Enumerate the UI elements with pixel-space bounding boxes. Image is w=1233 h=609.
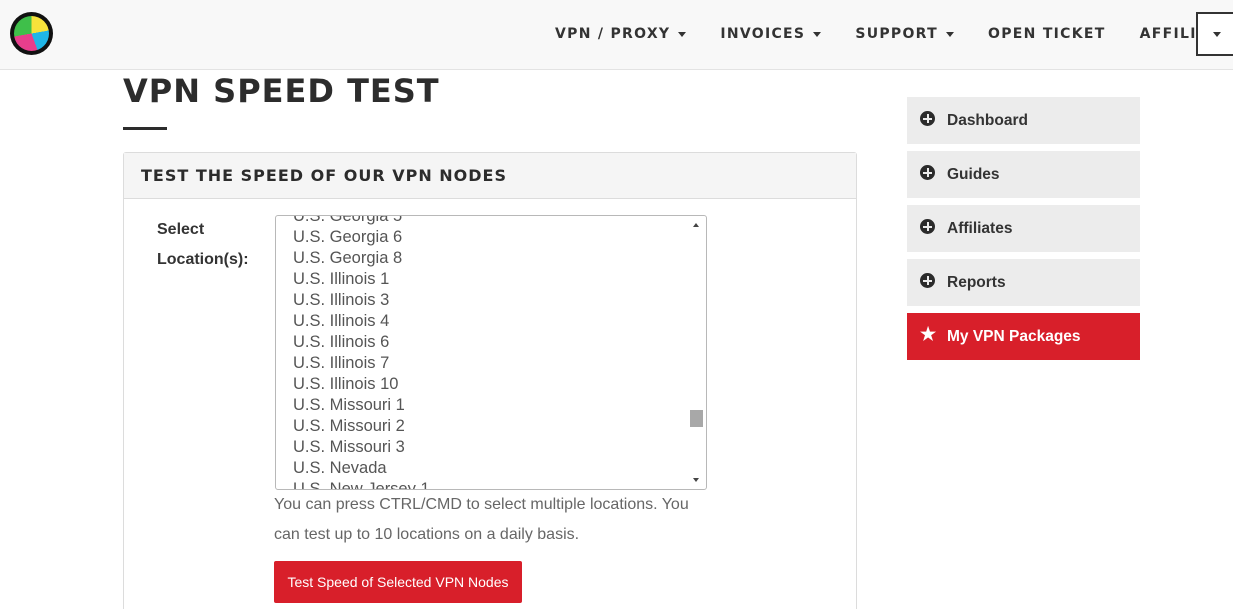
sidebar-item-label: Dashboard [947, 111, 1028, 129]
nav-support[interactable]: SUPPORT [838, 0, 971, 68]
location-option[interactable]: U.S. Illinois 3 [293, 290, 430, 311]
location-multiselect[interactable]: U.S. Georgia 5 U.S. Georgia 6 U.S. Georgia… [275, 215, 707, 490]
location-option[interactable]: U.S. Illinois 7 [293, 353, 430, 374]
scroll-down-arrow-icon[interactable] [693, 478, 699, 482]
location-select-label: Select Location(s): [157, 221, 249, 268]
location-option[interactable]: U.S. Georgia 8 [293, 248, 430, 269]
nav-open-ticket[interactable]: OPEN TICKET [971, 0, 1123, 68]
test-speed-button[interactable]: Test Speed of Selected VPN Nodes [274, 561, 522, 603]
star-icon: ★ [920, 324, 937, 344]
plus-circle-icon [920, 111, 935, 126]
location-option[interactable]: U.S. Nevada [293, 458, 430, 479]
select-scrollbar[interactable] [688, 217, 705, 488]
speed-test-panel: TEST THE SPEED OF OUR VPN NODES Select L… [123, 152, 857, 609]
sidebar-item-label: Reports [947, 273, 1006, 291]
sidebar-item-reports[interactable]: Reports [907, 259, 1140, 306]
location-option[interactable]: U.S. Missouri 2 [293, 416, 430, 437]
location-option[interactable]: U.S. Georgia 6 [293, 227, 430, 248]
sidebar-item-affiliates[interactable]: Affiliates [907, 205, 1140, 252]
logo-icon [14, 16, 49, 51]
sidebar-item-dashboard[interactable]: Dashboard [907, 97, 1140, 144]
nav-vpn-proxy[interactable]: VPN / PROXY [538, 0, 703, 68]
caret-down-icon [813, 31, 822, 37]
nav-invoices[interactable]: INVOICES [703, 0, 838, 68]
sidebar-item-label: Guides [947, 165, 1000, 183]
caret-down-icon [1213, 31, 1221, 37]
location-options: U.S. Georgia 5 U.S. Georgia 6 U.S. Georgia… [293, 216, 430, 489]
location-option[interactable]: U.S. Missouri 3 [293, 437, 430, 458]
location-option[interactable]: U.S. Illinois 4 [293, 311, 430, 332]
nav-invoices-label: INVOICES [720, 26, 806, 42]
caret-down-icon [678, 31, 687, 37]
plus-circle-icon [920, 273, 935, 288]
plus-circle-icon [920, 219, 935, 234]
location-option[interactable]: U.S. Illinois 1 [293, 269, 430, 290]
location-option[interactable]: U.S. Missouri 1 [293, 395, 430, 416]
location-option[interactable]: U.S. Georgia 5 [293, 216, 430, 227]
scroll-thumb[interactable] [690, 410, 703, 427]
site-logo[interactable] [10, 12, 53, 55]
page-title: VPN SPEED TEST [123, 72, 440, 110]
nav-support-label: SUPPORT [855, 26, 938, 42]
panel-heading: TEST THE SPEED OF OUR VPN NODES [124, 153, 856, 199]
help-text: You can press CTRL/CMD to select multipl… [274, 496, 689, 543]
top-navbar: VPN / PROXY INVOICES SUPPORT OPEN TICKET… [0, 0, 1233, 70]
sidebar-item-label: Affiliates [947, 219, 1013, 237]
caret-down-icon [946, 31, 954, 37]
sidebar-item-label: My VPN Packages [947, 327, 1081, 345]
sidebar-menu: Dashboard Guides Affiliates Reports ★ My … [907, 97, 1140, 367]
main-nav: VPN / PROXY INVOICES SUPPORT OPEN TICKET… [538, 0, 1233, 68]
location-option[interactable]: U.S. Illinois 6 [293, 332, 430, 353]
nav-vpn-proxy-label: VPN / PROXY [555, 26, 671, 42]
location-option[interactable]: U.S. New Jersey 1 [293, 479, 430, 489]
scroll-up-arrow-icon[interactable] [693, 223, 699, 227]
sidebar-item-guides[interactable]: Guides [907, 151, 1140, 198]
sidebar-item-my-vpn-packages[interactable]: ★ My VPN Packages [907, 313, 1140, 360]
nav-open-ticket-label: OPEN TICKET [988, 26, 1106, 42]
location-option[interactable]: U.S. Illinois 10 [293, 374, 430, 395]
title-underline [123, 127, 167, 130]
plus-circle-icon [920, 165, 935, 180]
account-dropdown-button[interactable] [1196, 12, 1233, 56]
